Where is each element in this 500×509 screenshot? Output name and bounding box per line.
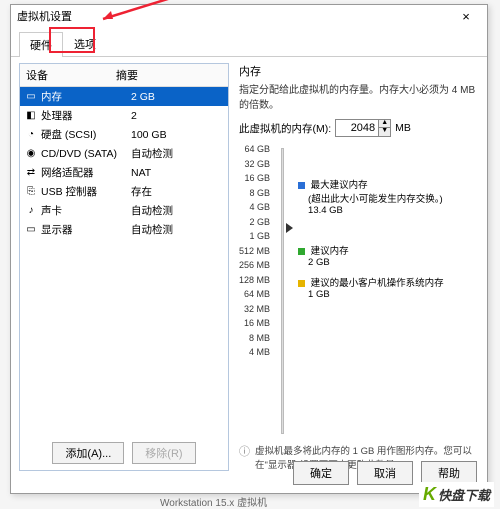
legend-max-val: 13.4 GB bbox=[298, 205, 343, 216]
tick-label: 8 MB bbox=[249, 334, 270, 343]
tick-label: 64 GB bbox=[245, 145, 271, 154]
col-device: 设备 bbox=[26, 67, 116, 83]
section-title: 内存 bbox=[239, 63, 477, 79]
tick-label: 4 GB bbox=[250, 203, 271, 212]
legend-rec-val: 2 GB bbox=[298, 257, 330, 268]
brand-text: 快盘下载 bbox=[438, 485, 490, 504]
legend-min-title: 建议的最小客户机操作系统内存 bbox=[311, 278, 444, 289]
device-summary: 自动检测 bbox=[131, 203, 224, 218]
window-title: 虚拟机设置 bbox=[17, 8, 451, 24]
hardware-list-pane: 设备 摘要 ▭内存2 GB◧处理器2◔硬盘 (SCSI)100 GB◉CD/DV… bbox=[19, 63, 229, 471]
add-button[interactable]: 添加(A)... bbox=[52, 442, 124, 464]
tick-label: 32 MB bbox=[244, 305, 270, 314]
device-icon: ⇄ bbox=[24, 167, 38, 178]
spin-down-icon[interactable]: ▼ bbox=[379, 128, 390, 136]
hardware-list[interactable]: ▭内存2 GB◧处理器2◔硬盘 (SCSI)100 GB◉CD/DVD (SAT… bbox=[20, 87, 228, 436]
footer-brand: K 快盘下载 bbox=[419, 482, 494, 507]
square-icon-max bbox=[298, 182, 305, 189]
tick-label: 64 MB bbox=[244, 290, 270, 299]
device-icon: ♪ bbox=[24, 205, 38, 216]
device-summary: 自动检测 bbox=[131, 146, 224, 161]
tab-options[interactable]: 选项 bbox=[63, 31, 107, 56]
device-summary: 存在 bbox=[131, 184, 224, 199]
square-icon-min bbox=[298, 280, 305, 287]
hardware-row[interactable]: ⇄网络适配器NAT bbox=[20, 163, 228, 182]
section-desc: 指定分配给此虚拟机的内存量。内存大小必须为 4 MB 的倍数。 bbox=[239, 81, 477, 111]
device-icon: ◔ bbox=[24, 129, 38, 140]
hardware-row[interactable]: ◧处理器2 bbox=[20, 106, 228, 125]
memory-ticks: 64 GB 32 GB 16 GB 8 GB 4 GB 2 GB 1 GB 512 MB 256… bbox=[239, 145, 274, 437]
square-icon-rec bbox=[298, 248, 305, 255]
remove-button: 移除(R) bbox=[132, 442, 195, 464]
tick-label: 16 MB bbox=[244, 319, 270, 328]
device-name: USB 控制器 bbox=[41, 184, 131, 199]
tick-label: 32 GB bbox=[245, 160, 271, 169]
device-name: 网络适配器 bbox=[41, 165, 131, 180]
tick-label: 512 MB bbox=[239, 247, 270, 256]
device-summary: 100 GB bbox=[131, 129, 224, 141]
hardware-row[interactable]: ⎘USB 控制器存在 bbox=[20, 182, 228, 201]
legend-rec-title: 建议内存 bbox=[311, 246, 349, 257]
device-name: 处理器 bbox=[41, 108, 131, 123]
memory-legend: 最大建议内存 (超出此大小可能发生内存交换。) 13.4 GB 建议内存 2 G… bbox=[292, 145, 477, 437]
brand-k-icon: K bbox=[423, 484, 436, 505]
close-icon[interactable]: × bbox=[451, 9, 481, 24]
legend-min-val: 1 GB bbox=[298, 289, 330, 300]
hardware-row[interactable]: ◔硬盘 (SCSI)100 GB bbox=[20, 125, 228, 144]
tick-label: 1 GB bbox=[250, 232, 271, 241]
memory-label: 此虚拟机的内存(M): bbox=[239, 121, 331, 136]
device-name: 声卡 bbox=[41, 203, 131, 218]
device-icon: ▭ bbox=[24, 91, 38, 102]
hardware-row[interactable]: ♪声卡自动检测 bbox=[20, 201, 228, 220]
col-summary: 摘要 bbox=[116, 67, 138, 83]
memory-spinner[interactable]: ▲ ▼ bbox=[335, 119, 391, 137]
tick-label: 128 MB bbox=[239, 276, 270, 285]
memory-slider[interactable] bbox=[274, 145, 292, 437]
device-summary: 自动检测 bbox=[131, 222, 224, 237]
cancel-button[interactable]: 取消 bbox=[357, 461, 413, 485]
tick-label: 2 GB bbox=[250, 218, 271, 227]
device-summary: 2 GB bbox=[131, 91, 224, 103]
tick-label: 8 GB bbox=[250, 189, 271, 198]
memory-unit: MB bbox=[395, 122, 411, 134]
legend-max-sub: (超出此大小可能发生内存交换。) bbox=[298, 194, 443, 205]
memory-settings-pane: 内存 指定分配给此虚拟机的内存量。内存大小必须为 4 MB 的倍数。 此虚拟机的… bbox=[229, 57, 487, 477]
device-name: 显示器 bbox=[41, 222, 131, 237]
device-icon: ▭ bbox=[24, 224, 38, 235]
device-summary: 2 bbox=[131, 110, 224, 122]
legend-max-title: 最大建议内存 bbox=[311, 180, 368, 191]
tab-hardware[interactable]: 硬件 bbox=[19, 32, 63, 57]
device-icon: ◉ bbox=[24, 148, 38, 159]
tick-label: 16 GB bbox=[245, 174, 271, 183]
memory-input[interactable] bbox=[336, 122, 378, 134]
device-name: 内存 bbox=[41, 89, 131, 104]
tick-label: 4 MB bbox=[249, 348, 270, 357]
tick-label: 256 MB bbox=[239, 261, 270, 270]
hardware-row[interactable]: ◉CD/DVD (SATA)自动检测 bbox=[20, 144, 228, 163]
device-name: 硬盘 (SCSI) bbox=[41, 127, 131, 142]
device-icon: ◧ bbox=[24, 110, 38, 121]
hardware-row[interactable]: ▭显示器自动检测 bbox=[20, 220, 228, 239]
hardware-list-header: 设备 摘要 bbox=[20, 64, 228, 87]
hardware-row[interactable]: ▭内存2 GB bbox=[20, 87, 228, 106]
device-summary: NAT bbox=[131, 167, 224, 179]
device-icon: ⎘ bbox=[24, 186, 38, 197]
device-name: CD/DVD (SATA) bbox=[41, 148, 131, 160]
ok-button[interactable]: 确定 bbox=[293, 461, 349, 485]
